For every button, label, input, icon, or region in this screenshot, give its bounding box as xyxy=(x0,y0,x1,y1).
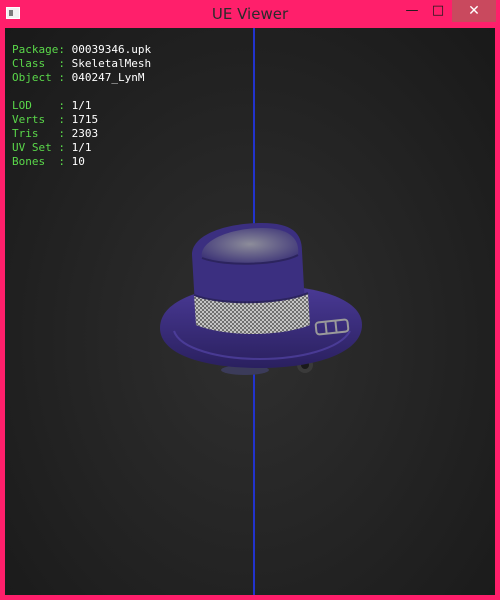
info-label: Tris : xyxy=(12,127,65,140)
close-button[interactable]: ✕ xyxy=(452,0,496,22)
minimize-button[interactable]: — xyxy=(400,0,424,22)
info-row-verts: Verts : 1715 xyxy=(12,113,151,127)
info-row-bones: Bones : 10 xyxy=(12,155,151,169)
mesh-viewport[interactable]: Package: 00039346.upk Class : SkeletalMe… xyxy=(5,28,495,595)
info-value: 1/1 xyxy=(71,99,92,112)
info-row-lod: LOD : 1/1 xyxy=(12,99,151,113)
info-label: Package: xyxy=(12,43,65,56)
info-row-package: Package: 00039346.upk xyxy=(12,43,151,57)
info-label: UV Set : xyxy=(12,141,65,154)
info-value: 1/1 xyxy=(71,141,92,154)
info-label: Bones : xyxy=(12,155,65,168)
info-label: LOD : xyxy=(12,99,65,112)
info-label: Object : xyxy=(12,71,65,84)
info-label: Class : xyxy=(12,57,65,70)
info-label: Verts : xyxy=(12,113,65,126)
info-row-class: Class : SkeletalMesh xyxy=(12,57,151,71)
info-row-tris: Tris : 2303 xyxy=(12,127,151,141)
info-value: SkeletalMesh xyxy=(71,57,152,70)
fedora-hat-icon xyxy=(160,223,362,375)
info-value: 00039346.upk xyxy=(71,43,152,56)
mesh-info-overlay: Package: 00039346.upk Class : SkeletalMe… xyxy=(12,43,151,169)
maximize-button[interactable]: □ xyxy=(425,0,451,22)
info-value: 040247_LynM xyxy=(71,71,145,84)
info-value: 2303 xyxy=(71,127,99,140)
info-row-uvset: UV Set : 1/1 xyxy=(12,141,151,155)
title-bar[interactable]: UE Viewer — □ ✕ xyxy=(0,0,500,28)
info-value: 10 xyxy=(71,155,85,168)
info-row-object: Object : 040247_LynM xyxy=(12,71,151,85)
info-value: 1715 xyxy=(71,113,99,126)
